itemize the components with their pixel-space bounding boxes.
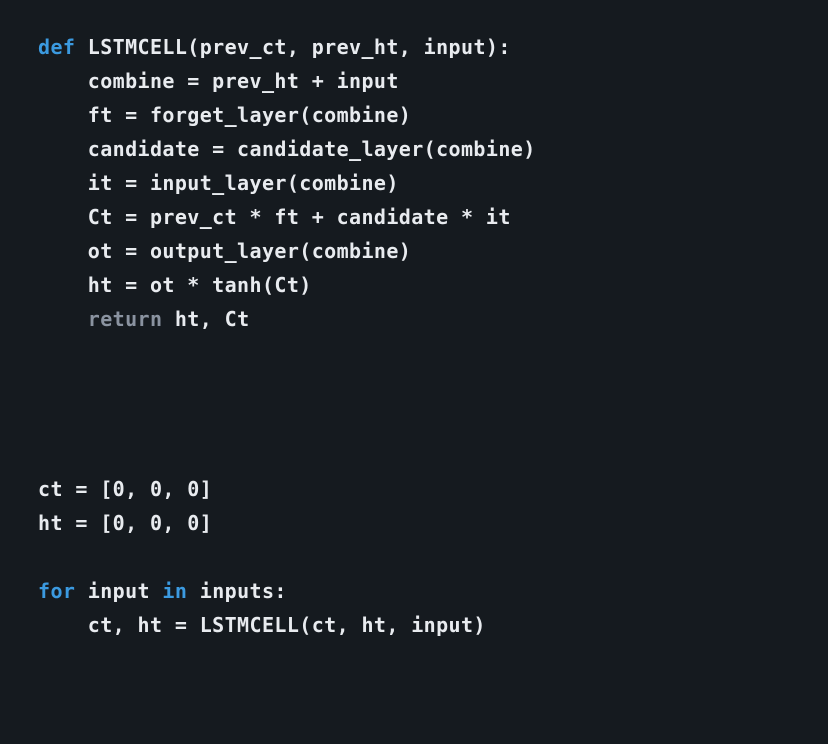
keyword-for: for (38, 579, 75, 603)
line-def: def LSTMCELL(prev_ct, prev_ht, input): (38, 35, 511, 59)
line-ct-init: ct = [0, 0, 0] (38, 477, 212, 501)
line-Ct: Ct = prev_ct * ft + candidate * it (38, 205, 511, 229)
keyword-return: return (88, 307, 163, 331)
line-ot: ot = output_layer(combine) (38, 239, 411, 263)
code-block: def LSTMCELL(prev_ct, prev_ht, input): c… (0, 0, 828, 672)
line-combine: combine = prev_ht + input (38, 69, 399, 93)
for-rest: inputs: (187, 579, 287, 603)
line-it: it = input_layer(combine) (38, 171, 399, 195)
keyword-def: def (38, 35, 75, 59)
return-rest: ht, Ct (162, 307, 249, 331)
return-indent (38, 307, 88, 331)
line-ht: ht = ot * tanh(Ct) (38, 273, 312, 297)
line-return: return ht, Ct (38, 307, 250, 331)
line-candidate: candidate = candidate_layer(combine) (38, 137, 536, 161)
for-mid: input (75, 579, 162, 603)
keyword-in: in (162, 579, 187, 603)
line-ft: ft = forget_layer(combine) (38, 103, 411, 127)
line-ht-init: ht = [0, 0, 0] (38, 511, 212, 535)
line-call: ct, ht = LSTMCELL(ct, ht, input) (38, 613, 486, 637)
line-for: for input in inputs: (38, 579, 287, 603)
def-signature: LSTMCELL(prev_ct, prev_ht, input): (75, 35, 510, 59)
